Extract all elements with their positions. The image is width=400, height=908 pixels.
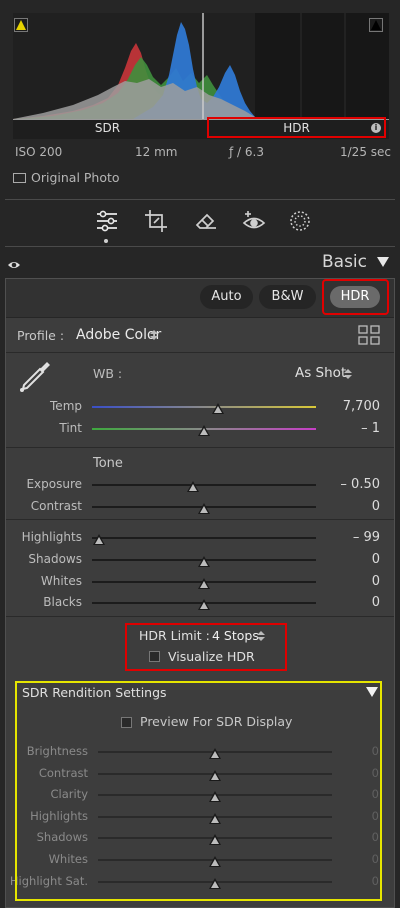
exposure-slider-thumb[interactable] — [187, 481, 199, 492]
original-photo-label[interactable]: Original Photo — [31, 170, 120, 185]
highlights-slider-track[interactable] — [92, 537, 316, 539]
whites-value[interactable]: 0 — [316, 574, 380, 589]
shadows-label: Shadows — [28, 552, 82, 566]
whites-slider-thumb[interactable] — [198, 578, 210, 589]
exif-focal-length: 12 mm — [135, 145, 178, 159]
whites-label: Whites — [40, 574, 82, 588]
highlights-label: Highlights — [21, 530, 82, 544]
exif-iso: ISO 200 — [15, 145, 63, 159]
eye-icon[interactable] — [7, 256, 21, 268]
blacks-value[interactable]: 0 — [316, 595, 380, 610]
highlight-clipping-warning[interactable] — [369, 18, 383, 32]
crop-icon[interactable] — [143, 208, 169, 234]
exposure-value[interactable]: – 0.50 — [316, 477, 380, 492]
panel-title[interactable]: Basic — [322, 252, 367, 272]
highlights-value[interactable]: – 99 — [316, 530, 380, 545]
wb-label: WB : — [93, 366, 123, 381]
masking-icon[interactable] — [287, 208, 313, 234]
chevron-down-icon[interactable] — [377, 257, 389, 267]
shadow-clipping-warning[interactable] — [14, 18, 28, 32]
tone-section-label: Tone — [93, 456, 123, 471]
updown-arrows-icon[interactable] — [344, 369, 352, 382]
triangle-warning-icon — [16, 20, 26, 30]
eraser-icon[interactable] — [193, 208, 219, 234]
hdr-button-highlight — [322, 279, 389, 315]
profile-dropdown[interactable]: Adobe Color — [76, 327, 161, 343]
profile-label: Profile : — [17, 328, 65, 343]
contrast-slider-thumb[interactable] — [198, 503, 210, 514]
original-photo-checkbox[interactable] — [13, 173, 26, 183]
sdr-region-label: SDR — [94, 121, 121, 135]
contrast-value[interactable]: 0 — [316, 499, 380, 514]
exif-aperture: ƒ / 6.3 — [229, 145, 264, 159]
auto-button[interactable]: Auto — [200, 285, 253, 309]
hdr-label-highlight — [207, 117, 386, 138]
histogram-graph — [13, 13, 389, 119]
temp-value[interactable]: 7,700 — [316, 399, 380, 414]
wb-dropdown[interactable]: As Shot — [295, 365, 346, 381]
bw-button[interactable]: B&W — [259, 285, 316, 309]
divider — [6, 616, 394, 617]
blacks-slider-thumb[interactable] — [198, 599, 210, 610]
profile-browser-grid-icon[interactable] — [358, 325, 380, 345]
exif-shutter: 1/25 sec — [340, 145, 391, 159]
contrast-label: Contrast — [30, 499, 82, 513]
triangle-warning-icon — [371, 20, 381, 30]
blacks-label: Blacks — [43, 595, 82, 609]
exposure-slider-track[interactable] — [92, 484, 316, 486]
divider — [6, 447, 394, 448]
tint-label: Tint — [59, 421, 82, 435]
updown-arrows-icon[interactable] — [150, 330, 158, 343]
info-icon[interactable]: i — [371, 123, 381, 133]
shadows-value[interactable]: 0 — [316, 552, 380, 567]
active-tool-indicator — [104, 239, 108, 243]
sdr-rendition-highlight — [15, 681, 382, 901]
shadows-slider-thumb[interactable] — [198, 556, 210, 567]
hdr-limit-highlight — [125, 623, 287, 671]
edit-sliders-icon[interactable] — [94, 208, 120, 234]
tint-slider-thumb[interactable] — [198, 425, 210, 436]
histogram — [13, 13, 389, 119]
exposure-label: Exposure — [26, 477, 82, 491]
highlights-slider-thumb[interactable] — [93, 534, 105, 545]
tint-value[interactable]: – 1 — [316, 421, 380, 436]
temp-slider-track[interactable] — [92, 406, 316, 408]
red-eye-icon[interactable] — [241, 208, 267, 234]
divider — [6, 519, 394, 520]
temp-label: Temp — [50, 399, 82, 413]
temp-slider-thumb[interactable] — [212, 403, 224, 414]
white-balance-eyedropper-icon[interactable] — [17, 359, 53, 395]
divider — [6, 352, 394, 353]
